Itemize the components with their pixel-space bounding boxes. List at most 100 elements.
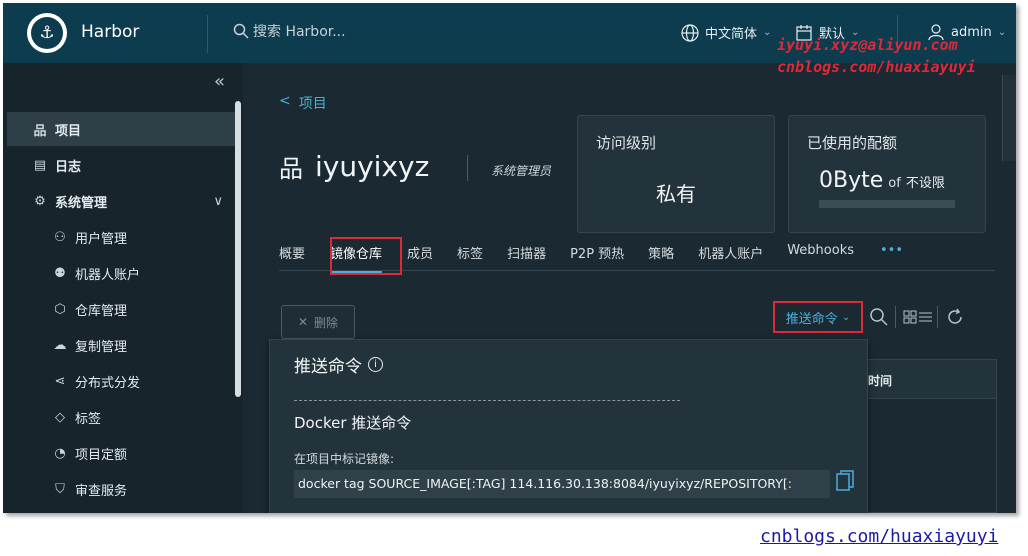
project-icon: 品 bbox=[279, 155, 303, 183]
info-icon[interactable]: i bbox=[368, 357, 383, 372]
tab-robot-accounts[interactable]: 机器人账户 bbox=[698, 243, 763, 273]
sidebar-item-admin[interactable]: ⚙ 系统管理 ∨ bbox=[7, 184, 235, 218]
collapse-sidebar-icon[interactable]: « bbox=[214, 71, 225, 92]
quota-of: of bbox=[888, 176, 901, 191]
docker-push-title: Docker 推送命令 bbox=[294, 414, 412, 432]
language-selector[interactable]: 中文简体 ⌄ bbox=[681, 23, 771, 42]
main-content: < 项目 品 iyuyixyz 系统管理员 访问级别 私有 已使用的配额 0By… bbox=[243, 63, 1016, 513]
sidebar-item-label: 项目定额 bbox=[75, 447, 128, 463]
tag-command-label: 在项目中标记镜像: bbox=[294, 452, 395, 466]
back-to-projects-link[interactable]: < 项目 bbox=[279, 93, 327, 113]
tab-scanner[interactable]: 扫描器 bbox=[507, 243, 546, 273]
toolbar-divider bbox=[937, 306, 938, 328]
highlight-box bbox=[773, 301, 863, 333]
chevron-down-icon: ⌄ bbox=[763, 27, 772, 38]
sidebar-item-logs[interactable]: ▤ 日志 bbox=[7, 148, 235, 182]
popover-title-text: 推送命令 bbox=[294, 357, 362, 377]
toolbar-divider bbox=[895, 306, 896, 328]
sidebar: « 品 项目 ▤ 日志 ⚙ 系统管理 ∨ ⚇ 用户管理 ⚉ 机器人账户 ⬡ 仓库… bbox=[3, 63, 243, 513]
column-header-time: 时间 bbox=[868, 374, 893, 388]
tag-icon: ◇ bbox=[55, 409, 65, 425]
footer-watermark: cnblogs.com/huaxiayuyi bbox=[760, 526, 999, 547]
access-level-title: 访问级别 bbox=[596, 134, 657, 152]
header-divider bbox=[207, 15, 208, 53]
global-search[interactable]: 搜索 Harbor... bbox=[233, 21, 346, 41]
sidebar-item-label: 审查服务 bbox=[75, 483, 128, 499]
popover-title: 推送命令 i bbox=[294, 352, 383, 377]
project-icon: 品 bbox=[33, 123, 47, 139]
chevron-left-icon: < bbox=[279, 93, 291, 109]
sidebar-item-label: 系统管理 bbox=[55, 195, 108, 211]
quota-progress-bar bbox=[819, 200, 955, 208]
quota-used: 0Byte bbox=[819, 168, 884, 193]
sidebar-item-label: 标签 bbox=[75, 411, 102, 427]
sidebar-item-label: 仓库管理 bbox=[75, 303, 128, 319]
tab-members[interactable]: 成员 bbox=[407, 243, 433, 273]
sidebar-item-label: 项目 bbox=[55, 123, 82, 139]
copy-icon[interactable] bbox=[836, 470, 854, 492]
highlight-box bbox=[330, 237, 402, 275]
quota-card: 已使用的配额 0Byte of 不设限 bbox=[788, 115, 986, 233]
back-label: 项目 bbox=[298, 96, 327, 112]
watermark-blog: cnblogs.com/huaxiayuyi bbox=[777, 58, 976, 76]
project-name: iyuyixyz bbox=[315, 150, 430, 183]
robot-icon: ⚉ bbox=[54, 265, 66, 281]
dashed-divider bbox=[294, 400, 680, 401]
delete-button[interactable]: ✕ 删除 bbox=[281, 305, 355, 339]
sidebar-item-users[interactable]: ⚇ 用户管理 bbox=[7, 220, 235, 254]
quota-limit: 不设限 bbox=[905, 176, 945, 191]
tab-p2p-preheat[interactable]: P2P 预热 bbox=[570, 243, 624, 273]
top-header: ⚓ Harbor 搜索 Harbor... 中文简体 ⌄ 默认 ⌄ admin … bbox=[3, 3, 1016, 63]
sidebar-item-replications[interactable]: ☁ 复制管理 bbox=[7, 328, 235, 362]
sidebar-item-projects[interactable]: 品 项目 bbox=[7, 112, 235, 146]
tag-command-field[interactable]: docker tag SOURCE_IMAGE[:TAG] 114.116.30… bbox=[294, 470, 830, 498]
sidebar-item-distributions[interactable]: ⋖ 分布式分发 bbox=[7, 364, 235, 398]
sidebar-item-label: 机器人账户 bbox=[75, 267, 141, 283]
tab-summary[interactable]: 概要 bbox=[279, 243, 305, 273]
quota-value: 0Byte of 不设限 bbox=[819, 168, 945, 193]
page-title: 品 iyuyixyz bbox=[279, 149, 429, 184]
sidebar-item-labels[interactable]: ◇ 标签 bbox=[7, 400, 235, 434]
close-icon: ✕ bbox=[297, 315, 309, 329]
search-icon bbox=[233, 23, 249, 39]
sidebar-item-label: 用户管理 bbox=[75, 231, 128, 247]
replication-icon: ☁ bbox=[53, 337, 67, 353]
sidebar-item-quotas[interactable]: ◔ 项目定额 bbox=[7, 436, 235, 470]
delete-label: 删除 bbox=[314, 315, 339, 330]
search-placeholder: 搜索 Harbor... bbox=[253, 24, 346, 40]
watermark-email: iyuyi.xyz@aliyun.com bbox=[777, 36, 958, 54]
push-command-popover: 推送命令 i Docker 推送命令 在项目中标记镜像: docker tag … bbox=[269, 339, 868, 513]
sidebar-item-robots[interactable]: ⚉ 机器人账户 bbox=[7, 256, 235, 290]
more-tabs-icon[interactable]: ••• bbox=[880, 243, 903, 273]
access-level-card: 访问级别 私有 bbox=[577, 115, 775, 233]
quota-icon: ◔ bbox=[54, 445, 66, 461]
chevron-down-icon: ∨ bbox=[213, 193, 223, 209]
tab-policy[interactable]: 策略 bbox=[648, 243, 674, 273]
side-panel-handle[interactable] bbox=[1002, 75, 1016, 161]
sidebar-item-label: 日志 bbox=[55, 159, 82, 175]
quota-title: 已使用的配额 bbox=[807, 134, 898, 152]
globe-icon bbox=[681, 23, 699, 42]
harbor-window: ⚓ Harbor 搜索 Harbor... 中文简体 ⌄ 默认 ⌄ admin … bbox=[3, 3, 1016, 513]
sidebar-item-registries[interactable]: ⬡ 仓库管理 bbox=[7, 292, 235, 326]
sidebar-scrollbar[interactable] bbox=[235, 101, 241, 397]
tab-labels[interactable]: 标签 bbox=[457, 243, 483, 273]
sidebar-item-label: 分布式分发 bbox=[75, 375, 141, 391]
log-icon: ▤ bbox=[33, 157, 47, 173]
sidebar-item-interrogation[interactable]: ⛉ 审查服务 bbox=[7, 472, 235, 506]
grid-list-toggle-icon[interactable] bbox=[903, 309, 933, 325]
tab-webhooks[interactable]: Webhooks bbox=[787, 243, 854, 273]
sidebar-item-label: 复制管理 bbox=[75, 339, 128, 355]
admin-icon: ⚙ bbox=[34, 193, 46, 209]
refresh-icon[interactable] bbox=[945, 307, 965, 327]
role-label: 系统管理员 bbox=[491, 164, 552, 178]
distribution-icon: ⋖ bbox=[54, 373, 66, 389]
search-icon[interactable] bbox=[869, 307, 889, 327]
users-icon: ⚇ bbox=[54, 229, 66, 245]
app-title[interactable]: Harbor bbox=[81, 22, 139, 42]
language-label: 中文简体 bbox=[705, 27, 758, 42]
registry-icon: ⬡ bbox=[54, 301, 66, 317]
harbor-logo-icon[interactable]: ⚓ bbox=[27, 13, 67, 53]
shield-icon: ⛉ bbox=[55, 481, 65, 497]
title-divider bbox=[467, 155, 468, 181]
